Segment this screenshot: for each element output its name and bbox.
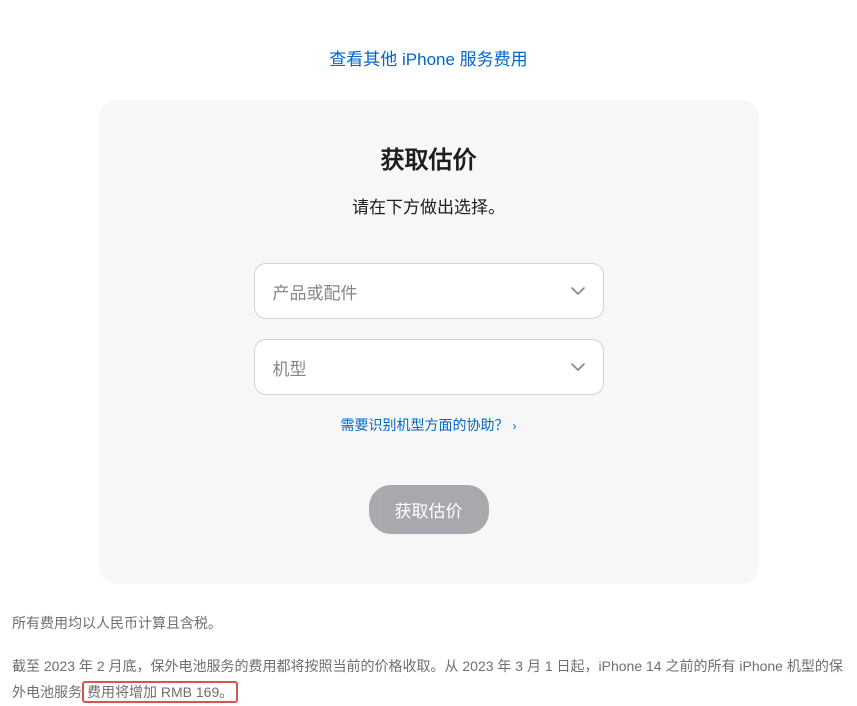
model-select[interactable]: 机型 — [254, 339, 604, 395]
card-title: 获取估价 — [149, 140, 709, 175]
help-link-container: 需要识别机型方面的协助？ › — [149, 415, 709, 435]
get-estimate-button[interactable]: 获取估价 — [369, 485, 489, 534]
model-select-wrapper: 机型 — [254, 339, 604, 395]
product-select-wrapper: 产品或配件 — [254, 263, 604, 319]
footer-notes: 所有费用均以人民币计算且含税。 截至 2023 年 2 月底，保外电池服务的费用… — [10, 610, 847, 706]
help-link-label: 需要识别机型方面的协助？ — [341, 417, 509, 433]
top-link-container: 查看其他 iPhone 服务费用 — [10, 45, 847, 70]
chevron-down-icon — [571, 363, 585, 371]
product-select-placeholder: 产品或配件 — [273, 279, 358, 304]
chevron-right-icon: › — [513, 419, 517, 433]
view-other-fees-link[interactable]: 查看其他 iPhone 服务费用 — [329, 50, 527, 69]
card-subtitle: 请在下方做出选择。 — [149, 193, 709, 218]
estimate-card: 获取估价 请在下方做出选择。 产品或配件 机型 需要识别机型方面的协助？ › 获取… — [99, 100, 759, 584]
price-increase-highlight: 费用将增加 RMB 169。 — [82, 681, 238, 703]
chevron-down-icon — [571, 287, 585, 295]
product-select[interactable]: 产品或配件 — [254, 263, 604, 319]
identify-model-help-link[interactable]: 需要识别机型方面的协助？ › — [341, 417, 517, 433]
footer-note-tax: 所有费用均以人民币计算且含税。 — [12, 610, 845, 637]
model-select-placeholder: 机型 — [273, 355, 307, 380]
footer-note-price-change: 截至 2023 年 2 月底，保外电池服务的费用都将按照当前的价格收取。从 20… — [12, 653, 845, 706]
